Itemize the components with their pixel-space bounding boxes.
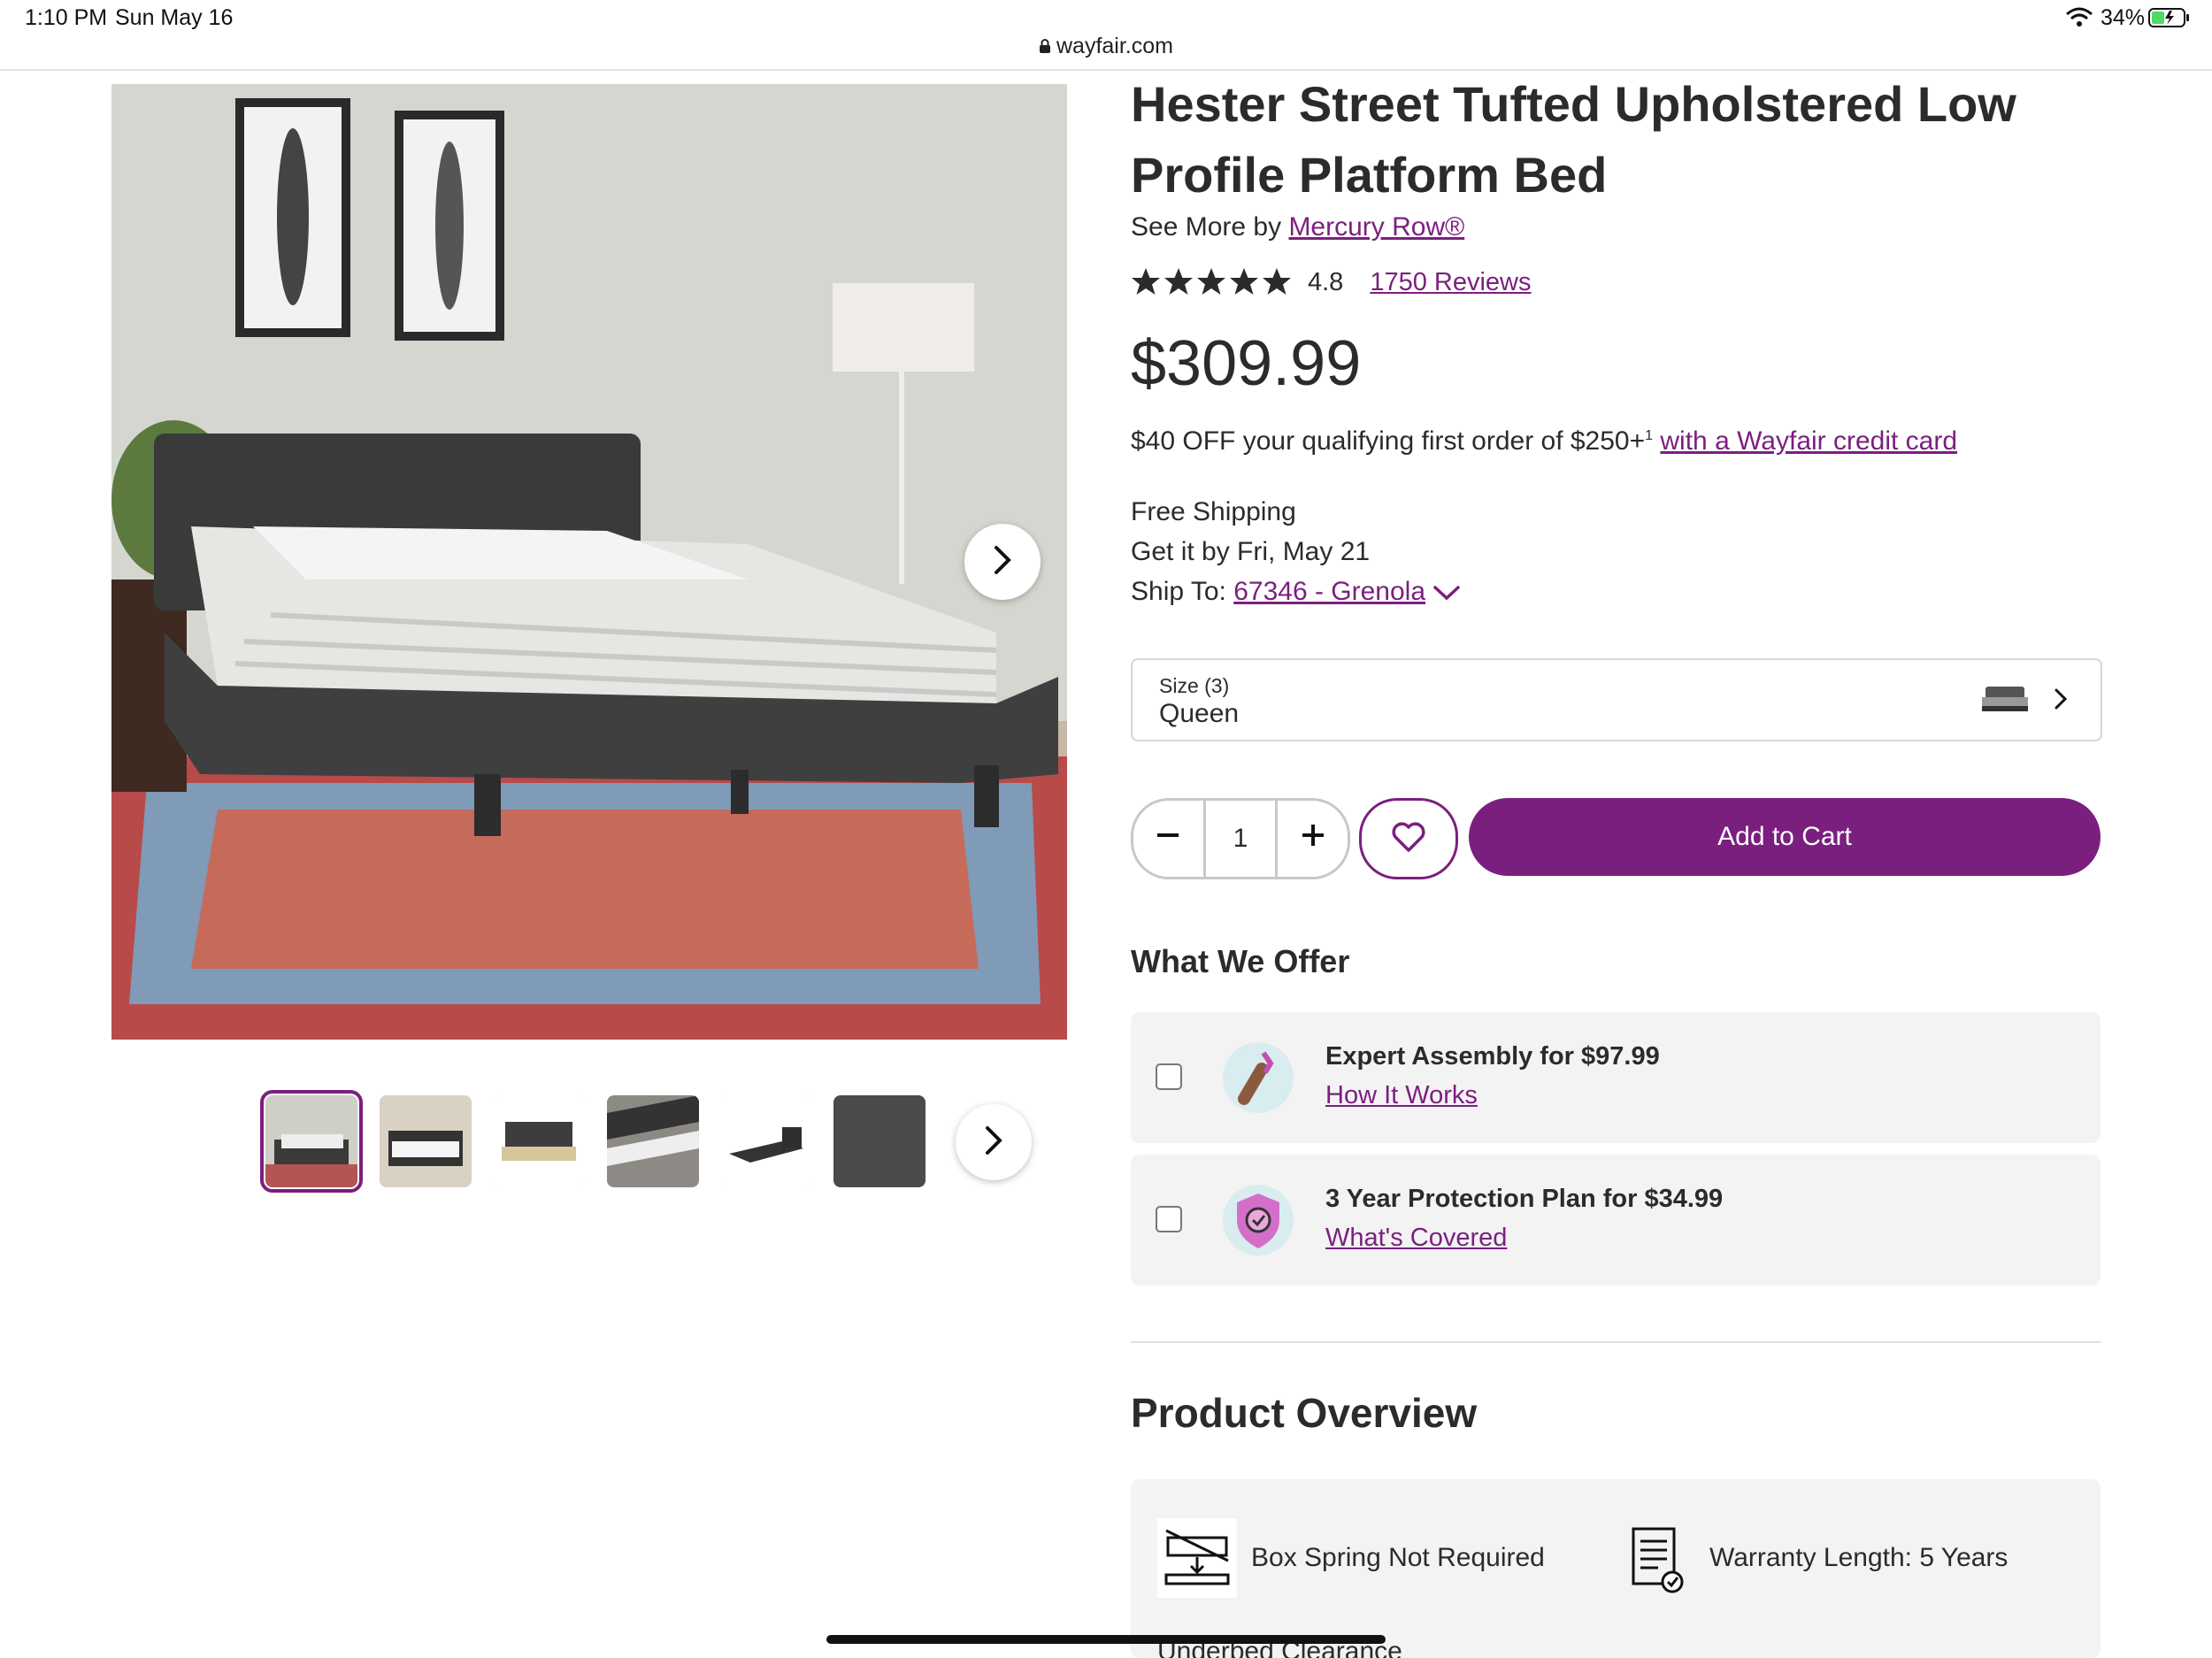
offer-card-protection: 3 Year Protection Plan for $34.99 What's… xyxy=(1131,1155,2101,1286)
offer-card-assembly: Expert Assembly for $97.99 How It Works xyxy=(1131,1012,2101,1143)
reviews-link[interactable]: 1750 Reviews xyxy=(1370,268,1531,297)
see-more-by: See More by Mercury Row® xyxy=(1131,212,1464,242)
product-main-image[interactable] xyxy=(111,84,1067,1040)
shipping-info: Free Shipping Get it by Fri, May 21 Ship… xyxy=(1131,492,1461,613)
quantity-stepper[interactable]: 1 xyxy=(1131,798,1350,879)
thumbnail-4[interactable] xyxy=(607,1095,699,1187)
credit-card-link[interactable]: with a Wayfair credit card xyxy=(1660,426,1957,456)
thumbnail-2[interactable] xyxy=(380,1095,472,1187)
ship-to-label: Ship To: xyxy=(1131,577,1226,606)
what-we-offer-heading: What We Offer xyxy=(1131,943,1350,979)
battery-percentage: 34% xyxy=(2101,5,2146,30)
ship-to-zip-link[interactable]: 67346 - Grenola xyxy=(1233,577,1425,606)
protection-plan-title: 3 Year Protection Plan for $34.99 xyxy=(1325,1185,1724,1213)
battery-icon xyxy=(2148,7,2191,33)
see-more-prefix: See More by xyxy=(1131,212,1282,242)
status-time: 1:10 PM xyxy=(25,5,108,30)
ship-to-row: Ship To: 67346 - Grenola xyxy=(1131,572,1461,613)
status-date: Sun May 16 xyxy=(115,5,234,30)
home-indicator[interactable] xyxy=(826,1635,1386,1644)
size-value: Queen xyxy=(1159,699,1240,728)
thumbnail-3[interactable] xyxy=(493,1095,585,1187)
bed-size-icon xyxy=(1980,683,2030,721)
product-overview-heading: Product Overview xyxy=(1131,1390,1478,1436)
section-divider xyxy=(1131,1341,2101,1343)
thumbnail-1[interactable] xyxy=(260,1090,363,1193)
add-to-cart-button[interactable]: Add to Cart xyxy=(1469,798,2101,876)
heart-icon xyxy=(1391,821,1426,857)
box-spring-icon xyxy=(1157,1518,1237,1598)
thumbnails-next-button[interactable] xyxy=(956,1104,1032,1180)
product-price: $309.99 xyxy=(1131,328,1362,399)
chevron-down-icon[interactable] xyxy=(1432,573,1461,613)
warranty-feature: Warranty Length: 5 Years xyxy=(1709,1543,2008,1572)
next-image-button[interactable] xyxy=(964,524,1041,600)
wifi-icon xyxy=(2065,7,2093,33)
brand-link[interactable]: Mercury Row® xyxy=(1288,212,1464,242)
protection-plan-checkbox[interactable] xyxy=(1156,1206,1182,1232)
whats-covered-link[interactable]: What's Covered xyxy=(1325,1224,1507,1253)
minus-icon xyxy=(1156,823,1180,855)
lock-icon xyxy=(1039,35,1051,60)
delivery-date: Get it by Fri, May 21 xyxy=(1131,537,1371,566)
assembly-title: Expert Assembly for $97.99 xyxy=(1325,1042,1660,1071)
quantity-value[interactable]: 1 xyxy=(1202,801,1279,877)
assembly-checkbox[interactable] xyxy=(1156,1063,1182,1090)
assembly-wrench-icon xyxy=(1217,1037,1299,1118)
warranty-document-icon xyxy=(1630,1525,1686,1600)
address-bar[interactable]: wayfair.com xyxy=(0,34,2212,60)
box-spring-feature: Box Spring Not Required xyxy=(1251,1543,1545,1572)
decrease-quantity-button[interactable] xyxy=(1133,801,1203,877)
star-rating-icon xyxy=(1131,267,1295,297)
plus-icon xyxy=(1301,823,1325,855)
how-it-works-link[interactable]: How It Works xyxy=(1325,1081,1478,1110)
size-label: Size (3) xyxy=(1159,674,1230,697)
increase-quantity-button[interactable] xyxy=(1278,801,1348,877)
url-text: wayfair.com xyxy=(1056,34,1173,58)
favorite-button[interactable] xyxy=(1359,798,1458,879)
rating-value: 4.8 xyxy=(1308,267,1344,296)
protection-shield-icon xyxy=(1217,1179,1299,1261)
chevron-right-icon xyxy=(992,544,1013,580)
promo-text: $40 OFF your qualifying first order of $… xyxy=(1131,426,1646,456)
promo-line: $40 OFF your qualifying first order of $… xyxy=(1131,426,1957,457)
chevron-right-icon xyxy=(983,1125,1004,1161)
product-overview-box: Box Spring Not Required Warranty Length:… xyxy=(1131,1479,2101,1658)
chevron-right-icon xyxy=(2053,687,2069,716)
promo-footnote: 1 xyxy=(1645,428,1654,443)
free-shipping: Free Shipping xyxy=(1131,497,1296,526)
rating-row: 4.8 1750 Reviews xyxy=(1131,267,1531,297)
thumbnail-6[interactable] xyxy=(833,1095,926,1187)
thumbnail-5[interactable] xyxy=(720,1095,812,1187)
size-selector[interactable]: Size (3) Queen xyxy=(1131,658,2102,741)
product-title: Hester Street Tufted Upholstered Low Pro… xyxy=(1131,76,2016,203)
